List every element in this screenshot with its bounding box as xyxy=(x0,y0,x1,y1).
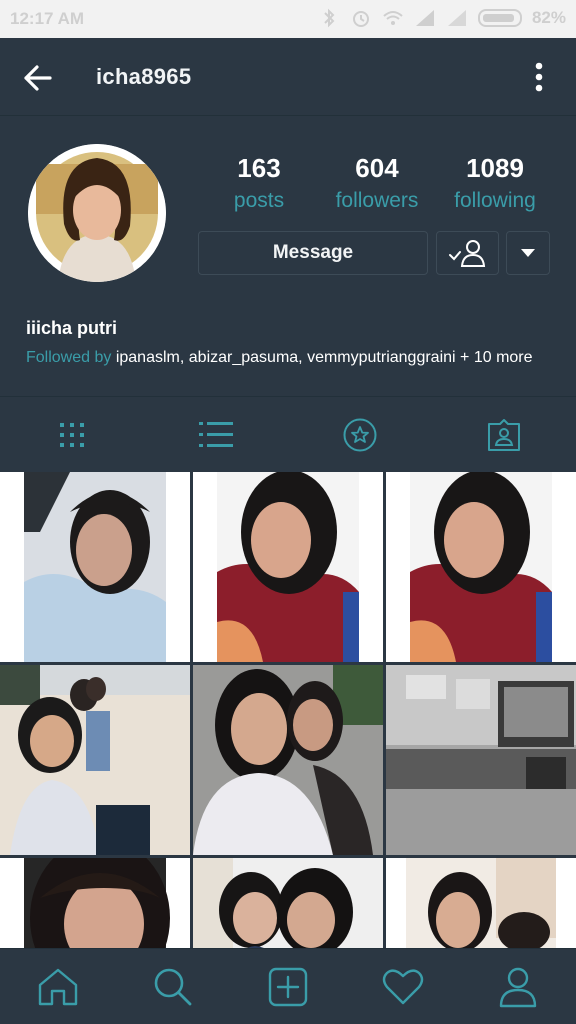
home-icon xyxy=(38,968,77,1006)
photo-thumbnail xyxy=(0,472,190,662)
signal-icon xyxy=(415,10,434,26)
nav-profile[interactable] xyxy=(461,949,576,1024)
profile-view-tabs xyxy=(0,396,576,472)
alarm-icon xyxy=(352,11,369,27)
photo-thumbnail xyxy=(386,858,576,948)
signal-icon-2 xyxy=(447,10,466,26)
followed-by-user[interactable]: vemmyputrianggraini xyxy=(307,349,456,366)
followed-by-user[interactable]: abizar_pasuma xyxy=(189,349,298,366)
stat-posts[interactable]: 163 posts xyxy=(200,152,318,218)
followed-by-prefix: Followed by xyxy=(26,349,112,366)
grid-photo[interactable] xyxy=(193,472,383,662)
list-icon xyxy=(199,422,233,447)
more-options-icon[interactable] xyxy=(524,60,554,96)
followed-by-user[interactable]: ipanaslm xyxy=(116,349,180,366)
grid-photo[interactable] xyxy=(0,665,190,855)
stat-label: posts xyxy=(233,189,285,212)
stat-number: 1089 xyxy=(466,153,524,183)
photo-thumbnail xyxy=(0,858,190,948)
photo-thumbnail xyxy=(193,472,383,662)
grid-photo[interactable] xyxy=(386,472,576,662)
stat-number: 163 xyxy=(237,153,281,183)
nav-search[interactable] xyxy=(115,949,230,1024)
profile-stats: 163 posts 604 followers 1089 following xyxy=(200,152,556,218)
grid-icon xyxy=(60,423,84,447)
status-time: 12:17 AM xyxy=(10,9,85,28)
followed-by-more[interactable]: + 10 more xyxy=(460,349,532,366)
nav-activity[interactable] xyxy=(346,949,461,1024)
tab-favorites[interactable] xyxy=(288,397,432,473)
photo-thumbnail xyxy=(0,665,190,855)
grid-photo[interactable] xyxy=(0,858,190,948)
tab-list[interactable] xyxy=(144,397,288,473)
search-icon xyxy=(154,968,192,1006)
back-arrow-icon[interactable] xyxy=(18,58,58,98)
stat-followers[interactable]: 604 followers xyxy=(318,152,436,218)
photo-thumbnail xyxy=(386,665,576,855)
message-button[interactable]: Message xyxy=(198,231,428,275)
star-circle-icon xyxy=(343,418,377,452)
bottom-navigation xyxy=(0,948,576,1024)
user-check-icon xyxy=(448,240,485,267)
status-bar: 12:17 AM 82% xyxy=(0,0,576,38)
status-icons: 82% xyxy=(318,8,566,28)
wifi-icon xyxy=(383,11,403,25)
following-status-button[interactable] xyxy=(436,231,499,275)
bluetooth-icon xyxy=(324,8,335,28)
add-post-icon xyxy=(268,967,308,1007)
tab-tagged[interactable] xyxy=(432,397,576,473)
suggestions-dropdown-button[interactable] xyxy=(506,231,550,275)
stat-label: followers xyxy=(335,189,419,212)
profile-username: icha8965 xyxy=(96,64,192,89)
stat-label: following xyxy=(454,189,536,212)
profile-icon xyxy=(500,967,537,1008)
avatar-photo xyxy=(28,144,166,282)
nav-add-post[interactable] xyxy=(230,949,345,1024)
photo-thumbnail xyxy=(193,858,383,948)
caret-down-icon xyxy=(521,249,535,257)
followed-by-line[interactable]: Followed by ipanaslm, abizar_pasuma, vem… xyxy=(26,349,533,367)
stat-number: 604 xyxy=(355,153,399,183)
profile-avatar[interactable] xyxy=(28,144,166,282)
grid-photo[interactable] xyxy=(0,472,190,662)
profile-full-name: iiicha putri xyxy=(26,318,118,338)
tab-grid[interactable] xyxy=(0,397,144,473)
battery-icon xyxy=(477,9,522,27)
heart-icon xyxy=(382,969,424,1005)
grid-photo[interactable] xyxy=(386,665,576,855)
grid-photo[interactable] xyxy=(193,665,383,855)
tagged-person-icon xyxy=(488,419,520,451)
photo-thumbnail xyxy=(386,472,576,662)
battery-percent: 82% xyxy=(531,8,566,27)
photo-grid xyxy=(0,472,576,948)
nav-home[interactable] xyxy=(0,949,115,1024)
grid-photo[interactable] xyxy=(193,858,383,948)
grid-photo[interactable] xyxy=(386,858,576,948)
profile-screen: 12:17 AM 82% icha8965 163 posts 604 foll… xyxy=(0,0,576,1024)
stat-following[interactable]: 1089 following xyxy=(436,152,554,218)
photo-thumbnail xyxy=(193,665,383,855)
top-app-bar: icha8965 xyxy=(0,38,576,116)
